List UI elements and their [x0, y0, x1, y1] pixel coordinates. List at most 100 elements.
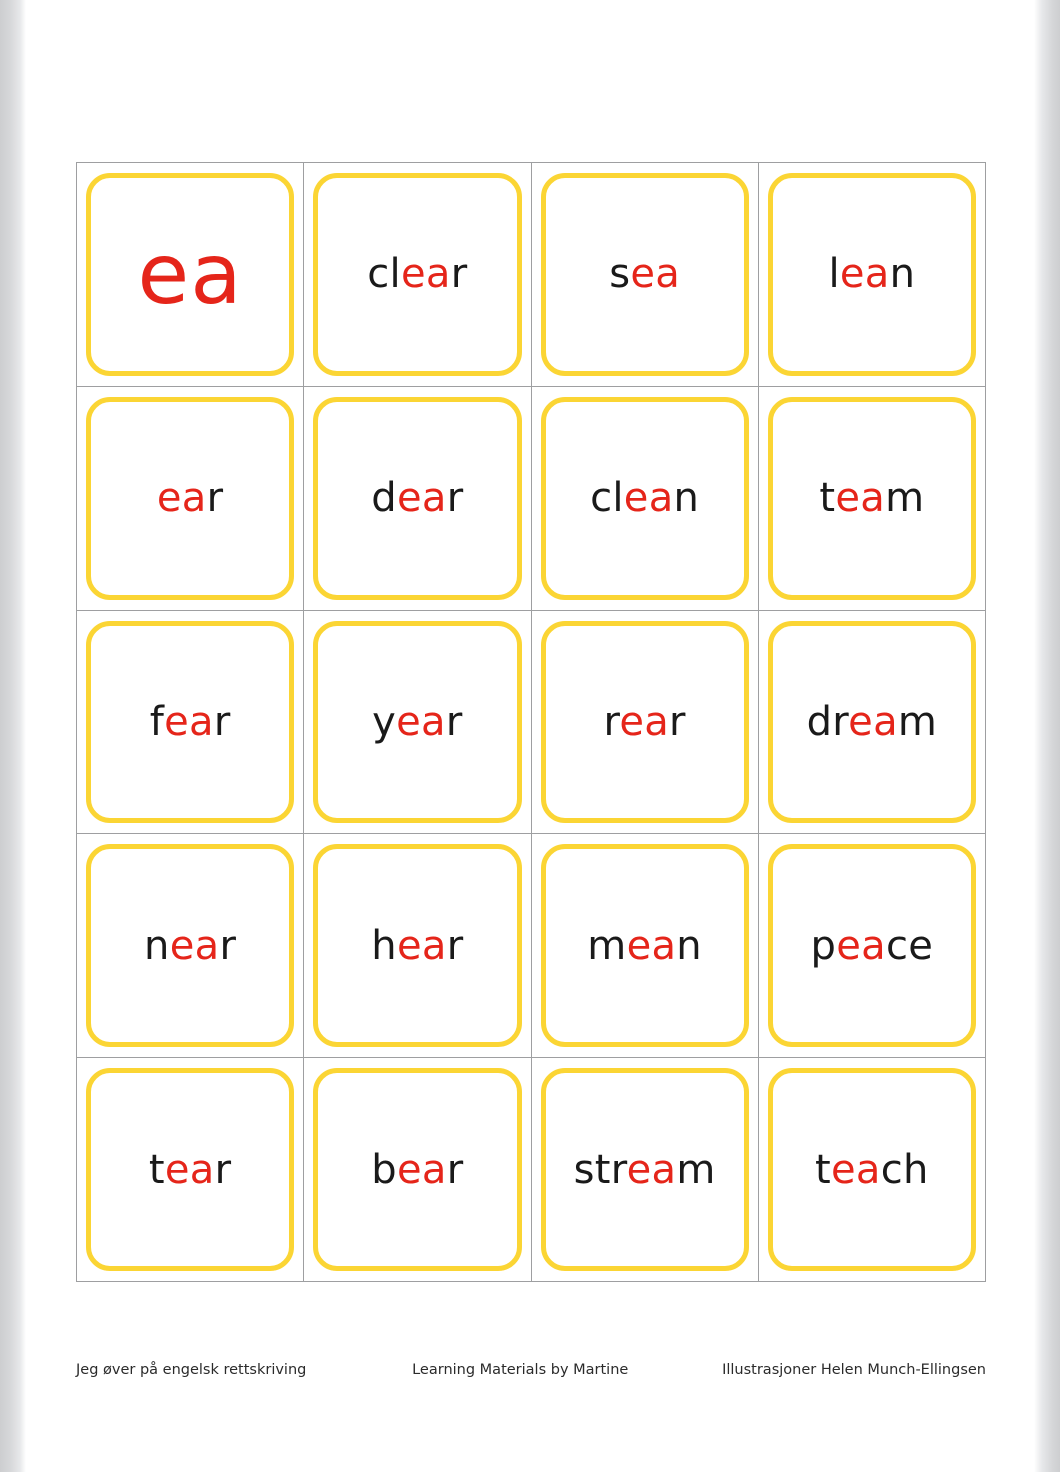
- word-highlight-digraph: ea: [831, 1146, 881, 1193]
- word-prefix: l: [828, 251, 840, 298]
- word-highlight-digraph: ea: [164, 698, 214, 745]
- worksheet-page: ea clear sea lean ear dear clean team fear year re…: [26, 0, 1034, 1472]
- word-suffix: r: [219, 922, 237, 969]
- flashcard-cell: clear: [304, 163, 532, 387]
- flashcard-cell: team: [758, 386, 986, 611]
- word-highlight-digraph: ea: [626, 922, 677, 969]
- flashcard-word: dear: [371, 478, 463, 518]
- word-prefix: p: [810, 922, 837, 969]
- flashcard[interactable]: ear: [86, 396, 295, 600]
- word-suffix: n: [889, 251, 916, 298]
- flashcard[interactable]: peace: [767, 844, 976, 1048]
- flashcard-cell: ear: [77, 386, 305, 611]
- flashcard[interactable]: dear: [313, 396, 522, 600]
- flashcard[interactable]: hear: [313, 844, 522, 1048]
- flashcard-cell: lean: [758, 163, 986, 387]
- flashcard-cell: near: [77, 834, 305, 1059]
- word-prefix: dr: [806, 698, 849, 745]
- footer-right-text: Illustrasjoner Helen Munch-Ellingsen: [722, 1362, 986, 1378]
- flashcard-word: dream: [807, 702, 938, 742]
- word-suffix: ch: [880, 1146, 929, 1193]
- footer-credits: Jeg øver på engelsk rettskriving Learnin…: [76, 1362, 986, 1378]
- flashcard-word: mean: [587, 926, 702, 966]
- footer-left-text: Jeg øver på engelsk rettskriving: [76, 1362, 307, 1378]
- flashcard[interactable]: lean: [767, 173, 976, 376]
- flashcard-cell: dear: [304, 386, 532, 611]
- word-suffix: r: [446, 1146, 464, 1193]
- flashcard-cell: rear: [531, 610, 759, 835]
- word-prefix: s: [609, 251, 631, 298]
- word-prefix: t: [815, 1146, 832, 1193]
- word-prefix: t: [819, 475, 836, 522]
- flashcard-cell: mean: [531, 834, 759, 1059]
- flashcard-cell: clean: [531, 386, 759, 611]
- word-suffix: r: [450, 251, 468, 298]
- flashcard[interactable]: rear: [540, 620, 749, 824]
- word-highlight-digraph: ea: [619, 698, 670, 745]
- flashcard[interactable]: dream: [767, 620, 976, 824]
- flashcard-cell: peace: [758, 834, 986, 1059]
- word-suffix: n: [676, 922, 702, 969]
- flashcard-cell: hear: [304, 834, 532, 1059]
- flashcard-word: clear: [367, 254, 467, 294]
- flashcard-word: rear: [603, 702, 685, 742]
- word-suffix: m: [676, 1146, 716, 1193]
- flashcard[interactable]: clean: [540, 396, 749, 600]
- flashcard-word: hear: [371, 926, 463, 966]
- flashcard[interactable]: stream: [540, 1068, 749, 1271]
- flashcard-word: year: [372, 702, 462, 742]
- word-suffix: r: [669, 698, 686, 745]
- word-prefix: d: [371, 475, 397, 522]
- flashcard-word: lean: [828, 254, 915, 294]
- word-prefix: y: [372, 698, 397, 745]
- flashcard-cell: bear: [304, 1058, 532, 1282]
- word-suffix: r: [446, 475, 464, 522]
- word-prefix: b: [371, 1146, 397, 1193]
- flashcard-cell: dream: [758, 610, 986, 835]
- word-prefix: t: [148, 1146, 165, 1193]
- flashcard-word: ea: [138, 232, 243, 316]
- flashcard[interactable]: sea: [540, 173, 749, 376]
- word-prefix: h: [371, 922, 397, 969]
- word-prefix: cl: [590, 475, 624, 522]
- word-suffix: r: [213, 698, 231, 745]
- flashcard-grid: ea clear sea lean ear dear clean team fear year re…: [76, 162, 986, 1282]
- word-suffix: n: [673, 475, 700, 522]
- word-prefix: f: [149, 698, 165, 745]
- flashcard-word: stream: [574, 1150, 716, 1190]
- word-suffix: ce: [885, 922, 934, 969]
- flashcard-header[interactable]: ea: [86, 173, 295, 376]
- flashcard-word: fear: [150, 702, 231, 742]
- footer-middle-text: Learning Materials by Martine: [412, 1362, 629, 1378]
- word-suffix: r: [206, 475, 224, 522]
- flashcard-cell: ea: [77, 163, 305, 387]
- word-highlight-digraph: ea: [848, 698, 898, 745]
- word-highlight-digraph: ea: [626, 1146, 677, 1193]
- word-suffix: r: [445, 698, 463, 745]
- flashcard[interactable]: fear: [86, 620, 295, 824]
- flashcard[interactable]: team: [767, 396, 976, 600]
- word-highlight-digraph: ea: [623, 475, 674, 522]
- flashcard-cell: year: [304, 610, 532, 835]
- flashcard[interactable]: mean: [540, 844, 749, 1048]
- flashcard[interactable]: year: [313, 620, 522, 824]
- flashcard-word: ear: [157, 478, 223, 518]
- word-suffix: m: [897, 698, 938, 745]
- word-highlight-digraph: ea: [137, 225, 243, 324]
- flashcard[interactable]: clear: [313, 173, 522, 376]
- flashcard[interactable]: teach: [767, 1068, 976, 1271]
- flashcard[interactable]: near: [86, 844, 295, 1048]
- word-highlight-digraph: ea: [400, 251, 451, 298]
- flashcard-word: team: [819, 478, 924, 518]
- word-highlight-digraph: ea: [164, 1146, 215, 1193]
- word-prefix: cl: [367, 251, 401, 298]
- flashcard[interactable]: tear: [86, 1068, 295, 1271]
- flashcard[interactable]: bear: [313, 1068, 522, 1271]
- document-viewer: ea clear sea lean ear dear clean team fear year re…: [0, 0, 1060, 1472]
- word-highlight-digraph: ea: [396, 922, 447, 969]
- flashcard-cell: teach: [758, 1058, 986, 1282]
- word-prefix: n: [144, 922, 170, 969]
- word-highlight-digraph: ea: [835, 475, 886, 522]
- word-suffix: m: [885, 475, 925, 522]
- flashcard-word: sea: [609, 254, 680, 294]
